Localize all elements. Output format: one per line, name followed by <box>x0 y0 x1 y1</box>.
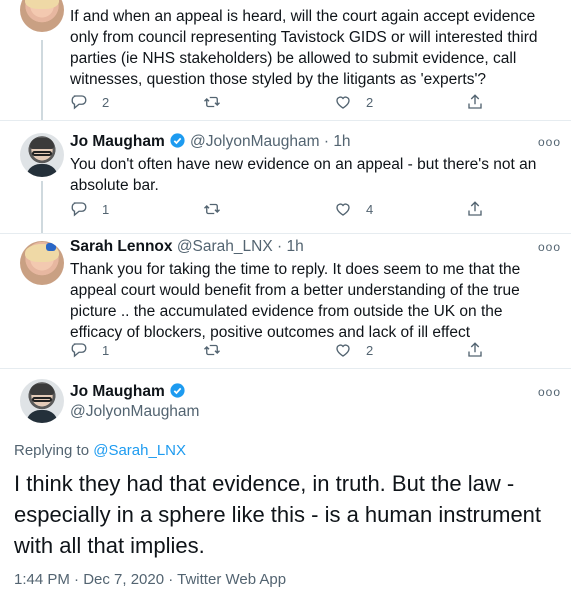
more-options-button[interactable]: ooo <box>538 240 561 254</box>
tweet-actions: 2 2 <box>70 93 490 113</box>
tweet-text: Thank you for taking the time to reply. … <box>70 261 521 341</box>
retweet-icon <box>204 96 220 108</box>
heart-icon <box>336 344 350 357</box>
reply-button[interactable]: 1 <box>70 341 109 359</box>
tweet-actions: 1 2 <box>70 341 490 361</box>
display-name[interactable]: Jo Maugham <box>70 383 165 400</box>
like-count: 2 <box>366 94 374 110</box>
share-button[interactable] <box>466 93 484 111</box>
like-button[interactable]: 4 <box>334 200 373 218</box>
tweet-header: Sarah Lennox @Sarah_LNX · 1h <box>70 237 304 257</box>
tweet-header: Jo Maugham <box>70 382 186 402</box>
user-handle[interactable]: @JolyonMaugham <box>190 133 319 150</box>
share-icon <box>468 94 482 109</box>
retweet-button[interactable] <box>202 341 222 359</box>
reply-icon <box>71 343 87 358</box>
retweet-icon <box>204 203 220 215</box>
display-name[interactable]: Sarah Lennox <box>70 238 173 255</box>
share-button[interactable] <box>466 200 484 218</box>
reply-button[interactable]: 2 <box>70 93 109 111</box>
tweet-timestamp[interactable]: 1:44 PM · Dec 7, 2020 · Twitter Web App <box>14 571 286 588</box>
tweet-card[interactable]: Sarah Lennox @Sarah_LNX · 1h ooo Thank y… <box>0 234 571 368</box>
reply-icon <box>71 95 87 110</box>
replying-to-handle[interactable]: @Sarah_LNX <box>93 442 186 459</box>
share-icon <box>468 342 482 357</box>
like-button[interactable]: 2 <box>334 341 373 359</box>
avatar[interactable] <box>20 379 64 423</box>
tweet-time[interactable]: 1h <box>286 238 303 255</box>
display-name[interactable]: Jo Maugham <box>70 133 165 150</box>
main-tweet: Jo Maugham @JolyonMaugham ooo Replying t… <box>0 369 571 600</box>
heart-icon <box>336 203 350 216</box>
tweet-text: I think they had that evidence, in truth… <box>14 471 542 558</box>
tweet-time[interactable]: 1h <box>333 133 350 150</box>
like-count: 2 <box>366 342 374 358</box>
thread-line <box>41 40 43 120</box>
avatar[interactable] <box>20 0 64 32</box>
tweet-actions: 1 4 <box>70 200 490 220</box>
share-button[interactable] <box>466 341 484 359</box>
like-button[interactable]: 2 <box>334 93 373 111</box>
reply-icon <box>71 202 87 217</box>
reply-button[interactable]: 1 <box>70 200 109 218</box>
tweet-header: Jo Maugham @JolyonMaugham · 1h <box>70 132 351 152</box>
heart-icon <box>336 96 350 109</box>
thread-line <box>41 181 43 233</box>
verified-badge-icon <box>170 383 185 398</box>
avatar[interactable] <box>20 133 64 177</box>
verified-badge-icon <box>170 133 185 148</box>
tweet-card[interactable]: If and when an appeal is heard, will the… <box>0 0 571 120</box>
retweet-button[interactable] <box>202 200 222 218</box>
more-options-button[interactable]: ooo <box>538 135 561 149</box>
share-icon <box>468 201 482 216</box>
tweet-text: You don't often have new evidence on an … <box>70 156 537 194</box>
user-handle[interactable]: @JolyonMaugham <box>70 402 199 422</box>
reply-count: 1 <box>102 342 110 358</box>
tweet-card[interactable]: Jo Maugham @JolyonMaugham · 1h ooo You d… <box>0 121 571 233</box>
replying-to: Replying to @Sarah_LNX <box>14 442 186 459</box>
tweet-text: If and when an appeal is heard, will the… <box>70 8 538 88</box>
user-handle[interactable]: @Sarah_LNX <box>177 238 273 255</box>
reply-count: 2 <box>102 94 110 110</box>
like-count: 4 <box>366 201 374 217</box>
reply-count: 1 <box>102 201 110 217</box>
retweet-icon <box>204 344 220 356</box>
avatar[interactable] <box>20 241 64 285</box>
separator: · <box>323 133 329 150</box>
retweet-button[interactable] <box>202 93 222 111</box>
separator: · <box>277 238 283 255</box>
replying-to-prefix: Replying to <box>14 442 94 459</box>
more-options-button[interactable]: ooo <box>538 385 561 399</box>
